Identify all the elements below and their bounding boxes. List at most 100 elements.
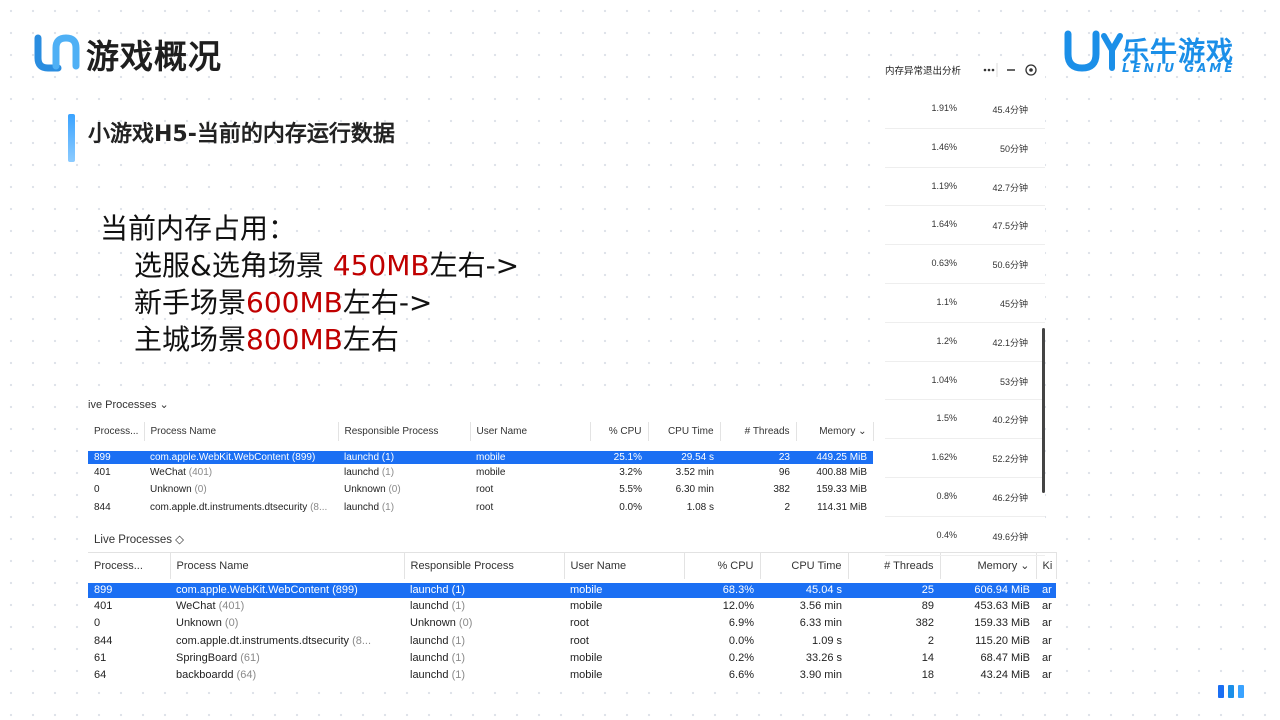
list-item: 1.64% 47.5分钟 xyxy=(885,205,1045,246)
cell-process-name-text: backboardd xyxy=(176,669,237,682)
cell-responsible-process-text: launchd xyxy=(410,651,452,664)
cell-cpu-time: 45.04 s xyxy=(760,580,848,598)
column-header-responsible-process[interactable]: Responsible Process xyxy=(404,552,565,581)
cell-user-name-text: mobile xyxy=(476,466,506,478)
cell-threads: 23 xyxy=(720,446,796,464)
table-row[interactable]: 0 Unknown (0) Unknown (0) root 6.9% 6.33 min 3… xyxy=(88,615,1056,632)
scrollbar[interactable] xyxy=(1042,328,1045,493)
cell-responsible-process-id: (1) xyxy=(451,600,466,613)
cell-responsible-process-text: launchd (1) xyxy=(344,451,395,463)
cell-memory-text: 159.33 MiB xyxy=(974,617,1030,630)
section-title: 小游戏H5-当前的内存运行数据 xyxy=(88,122,395,147)
table-row[interactable]: 61 SpringBoard (61) launchd (1) mobile 0.2% 3… xyxy=(88,649,1056,666)
cell-responsible-process-text: launchd xyxy=(344,501,382,513)
live-processes-selector[interactable]: ive Processes ⌄ xyxy=(88,398,169,411)
cell-cpu-time: 6.30 min xyxy=(648,481,720,499)
table-row[interactable]: 64 backboardd (64) launchd (1) mobile 6.6% 3.… xyxy=(88,666,1056,683)
cell-process-name-text: com.apple.WebKit.WebContent (899) xyxy=(150,451,316,463)
decor-bars-icon xyxy=(1218,685,1244,698)
more-icon[interactable] xyxy=(983,68,995,72)
column-header-memory[interactable]: Memory ⌄ xyxy=(940,552,1037,581)
cell-cpu-text: 12.0% xyxy=(722,600,754,613)
cell-responsible-process-id: (1) xyxy=(451,634,466,647)
column-header-responsible-process[interactable]: Responsible Process xyxy=(338,422,471,446)
column-header-cpu-time[interactable]: CPU Time xyxy=(760,552,849,581)
cell-user-name-text: mobile xyxy=(570,584,603,597)
cell-memory-text: 43.24 MiB xyxy=(980,669,1030,682)
cell-cpu-time: 33.26 s xyxy=(760,649,848,666)
cell-pid-text: 61 xyxy=(94,651,107,664)
cell-cpu-text: 25.1% xyxy=(613,451,642,463)
cell-threads: 18 xyxy=(848,666,940,683)
column-header-process-name[interactable]: Process Name xyxy=(144,422,339,446)
cell-memory-text: 449.25 MiB xyxy=(816,451,867,463)
cell-pid: 899 xyxy=(88,446,144,464)
column-header-pid[interactable]: Process... xyxy=(88,422,145,446)
cell-process-name: WeChat (401) xyxy=(170,598,404,615)
table-row[interactable]: 899 com.apple.WebKit.WebContent (899) laun… xyxy=(88,446,873,464)
cell-pid: 899 xyxy=(88,580,170,598)
cell-responsible-process-id: (1) xyxy=(451,669,466,682)
avg-duration: 46.2分钟 xyxy=(992,493,1028,503)
cell-cpu: 6.6% xyxy=(684,666,760,683)
cell-user-name-text: mobile xyxy=(476,451,506,463)
cell-threads-text: 382 xyxy=(773,484,790,496)
column-header-memory[interactable]: Memory ⌄ xyxy=(796,422,874,446)
section-accent-bar xyxy=(68,114,75,162)
memory-line-newbie-scene: 新手场景600MB左右-> xyxy=(100,284,519,321)
memory-line-value: 800MB xyxy=(246,323,343,356)
table-row[interactable]: 401 WeChat (401) launchd (1) mobile 12.0% 3.5… xyxy=(88,598,1056,615)
column-header-cpu[interactable]: % CPU xyxy=(590,422,649,446)
table-row[interactable]: 401 WeChat (401) launchd (1) mobile 3.2% 3.52… xyxy=(88,464,873,482)
cell-user-name: root xyxy=(564,615,684,632)
cell-cpu-text: 0.2% xyxy=(728,651,754,664)
cell-cpu-text: 0.0% xyxy=(619,501,642,513)
cell-cpu-time-text: 3.52 min xyxy=(675,466,714,478)
cell-pid: 0 xyxy=(88,615,170,632)
column-header-kind[interactable]: Ki xyxy=(1036,552,1057,581)
cell-cpu: 25.1% xyxy=(590,446,648,464)
column-header-user-name[interactable]: User Name xyxy=(564,552,685,581)
cell-user-name-text: root xyxy=(570,617,589,630)
cell-pid-text: 0 xyxy=(94,617,101,630)
cell-memory-text: 453.63 MiB xyxy=(974,600,1030,613)
column-header-pid[interactable]: Process... xyxy=(88,552,171,581)
table-row[interactable]: 899 com.apple.WebKit.WebContent (899) laun… xyxy=(88,580,1056,598)
cell-responsible-process: launchd (1) xyxy=(404,666,564,683)
column-header-threads[interactable]: # Threads xyxy=(720,422,797,446)
cell-threads: 2 xyxy=(720,499,796,517)
cell-responsible-process: launchd (1) xyxy=(338,464,470,482)
window-controls xyxy=(983,63,1037,77)
column-header-cpu-time[interactable]: CPU Time xyxy=(648,422,721,446)
panel-title: 内存异常退出分析 xyxy=(885,66,962,77)
cell-responsible-process: launchd (1) xyxy=(404,580,564,598)
cell-threads-text: 96 xyxy=(778,466,790,478)
cell-process-name-id: (64) xyxy=(236,669,257,682)
column-header-user-name[interactable]: User Name xyxy=(470,422,591,446)
close-circle-icon[interactable] xyxy=(1025,64,1037,76)
list-item: 0.8% 46.2分钟 xyxy=(885,477,1045,517)
live-processes-selector[interactable]: Live Processes ◇ xyxy=(94,532,184,546)
cell-kind: ar xyxy=(1036,580,1056,598)
cell-pid-text: 899 xyxy=(94,451,111,463)
column-header-cpu[interactable]: % CPU xyxy=(684,552,761,581)
cell-pid: 844 xyxy=(88,499,144,517)
table-row[interactable]: 844 com.apple.dt.instruments.dtsecurity (… xyxy=(88,632,1056,649)
cell-process-name-id: (401) xyxy=(218,600,245,613)
cell-user-name-text: root xyxy=(476,501,494,513)
column-header-threads[interactable]: # Threads xyxy=(848,552,941,581)
cell-kind-text: ar xyxy=(1042,651,1052,664)
cell-process-name: com.apple.WebKit.WebContent (899) xyxy=(170,580,404,598)
table-row[interactable]: 844 com.apple.dt.instruments.dtsecurity (… xyxy=(88,499,873,517)
cell-cpu-time-text: 45.04 s xyxy=(805,584,842,597)
cell-cpu-time: 3.52 min xyxy=(648,464,720,482)
cell-memory: 453.63 MiB xyxy=(940,598,1036,615)
cell-process-name-text: WeChat xyxy=(150,466,189,478)
list-item: 1.91% 45.4分钟 xyxy=(885,89,1045,129)
column-header-process-name[interactable]: Process Name xyxy=(170,552,405,581)
cell-threads-text: 23 xyxy=(778,451,790,463)
table-row[interactable]: 0 Unknown (0) Unknown (0) root 5.5% 6.30 min 3… xyxy=(88,481,873,499)
cell-responsible-process: launchd (1) xyxy=(404,598,564,615)
cell-user-name-text: mobile xyxy=(570,600,603,613)
cell-cpu-time-text: 33.26 s xyxy=(805,651,842,664)
